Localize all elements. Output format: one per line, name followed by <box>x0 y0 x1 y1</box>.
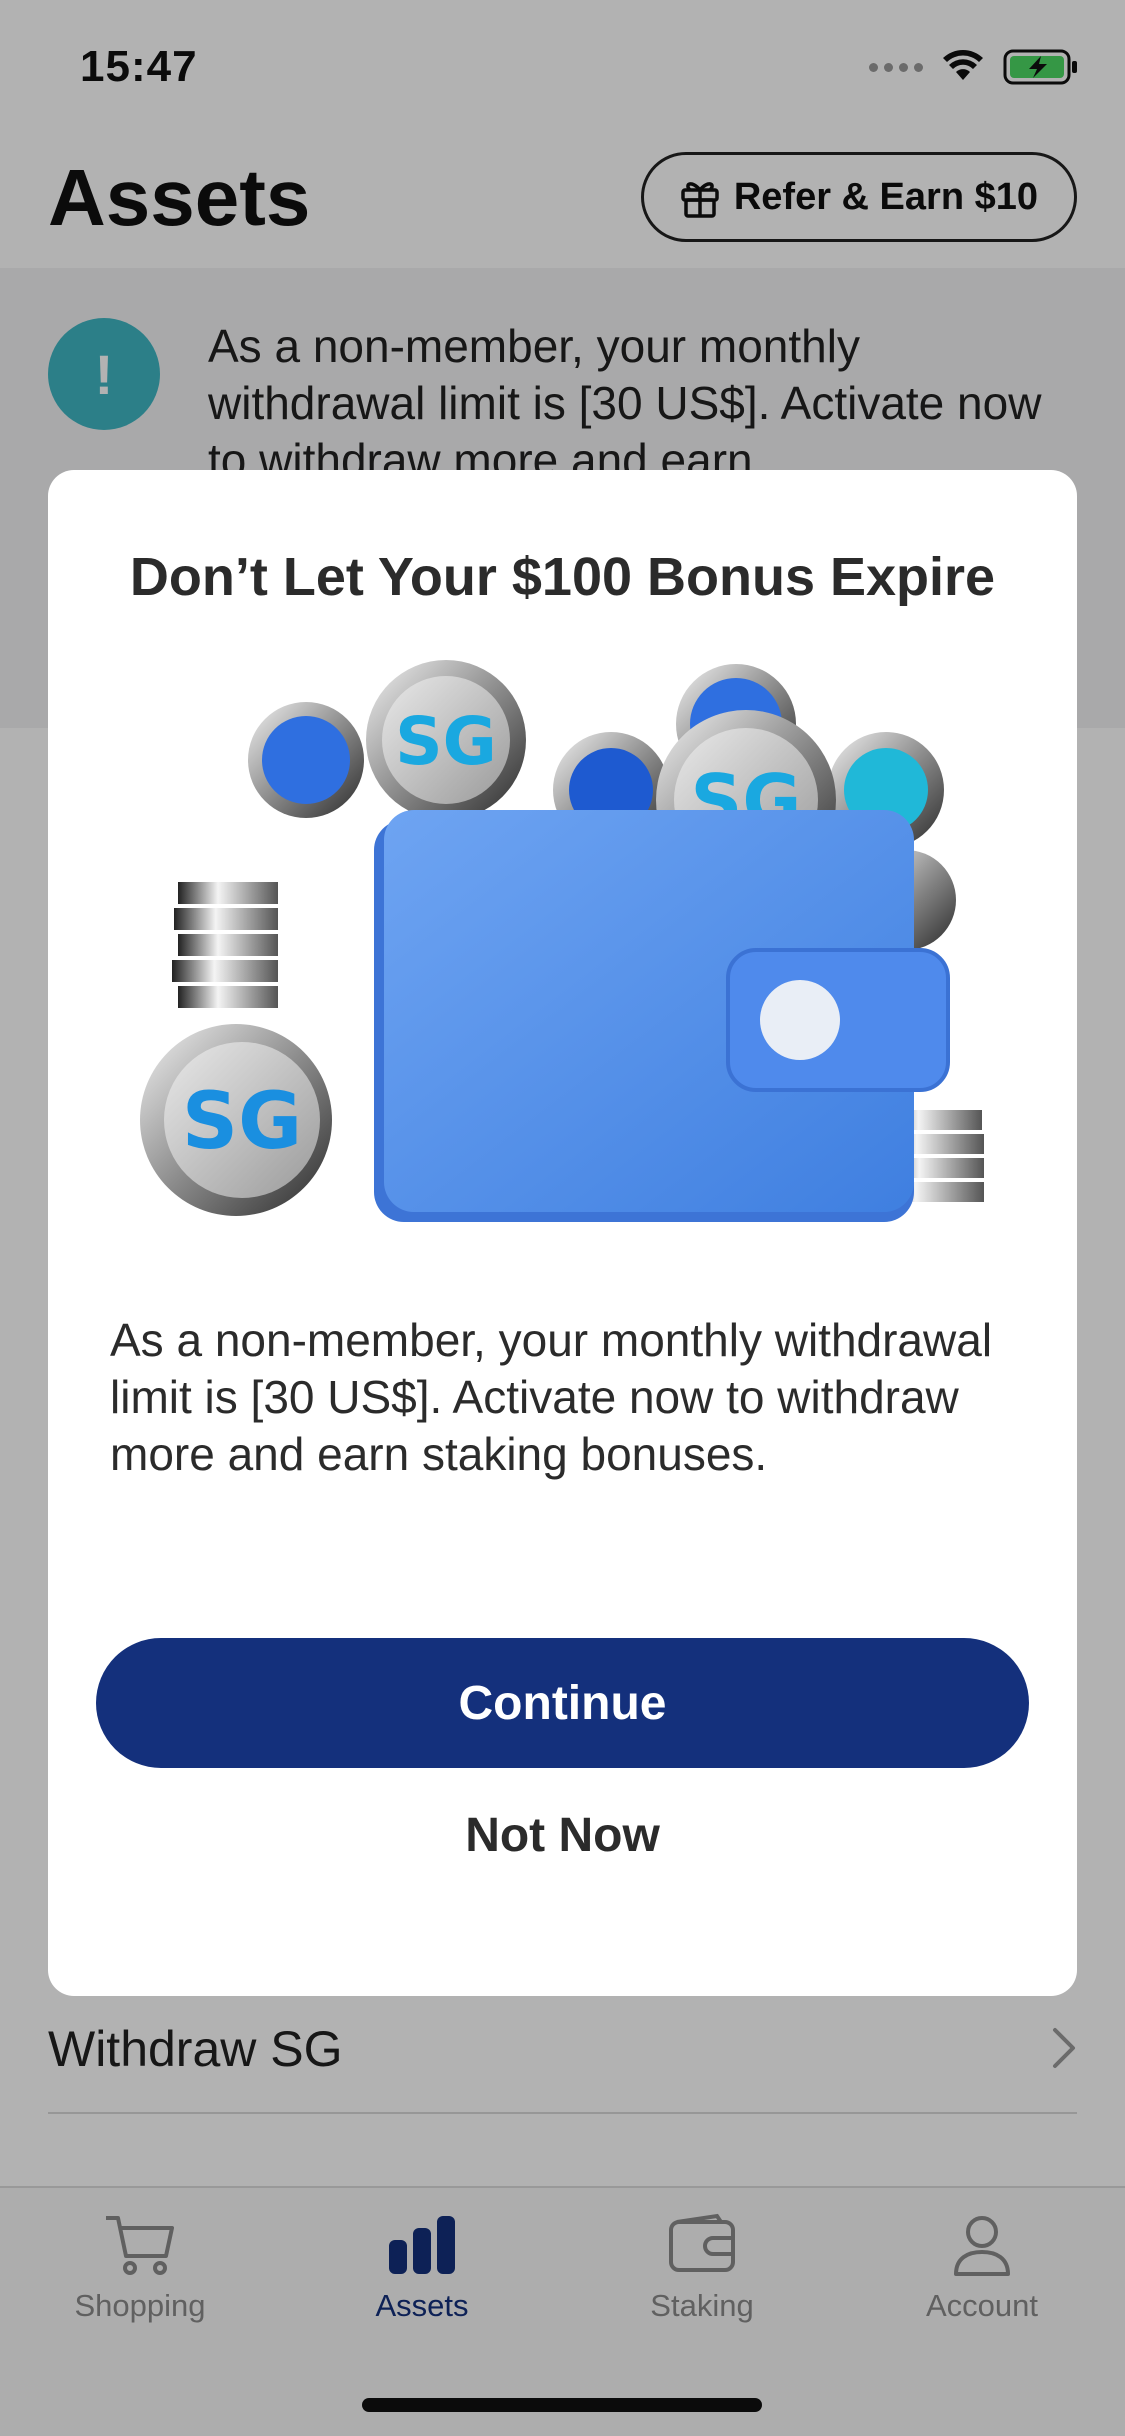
wallet-coins-illustration: SG SG SG <box>140 660 984 1222</box>
dialog-message: As a non-member, your monthly withdrawal… <box>110 1314 993 1480</box>
dialog-title: Don’t Let Your $100 Bonus Expire <box>129 547 996 607</box>
svg-text:SG: SG <box>395 703 497 780</box>
svg-text:SG: SG <box>182 1077 302 1167</box>
continue-button[interactable]: Continue <box>96 1638 1029 1768</box>
bonus-expire-dialog: Don’t Let Your $100 Bonus Expire SG SG S… <box>48 470 1077 1996</box>
coin-stack-left <box>172 882 278 1008</box>
not-now-button[interactable]: Not Now <box>96 1790 1029 1880</box>
coin-front: SG <box>140 1024 332 1216</box>
wallet-body <box>374 810 950 1222</box>
